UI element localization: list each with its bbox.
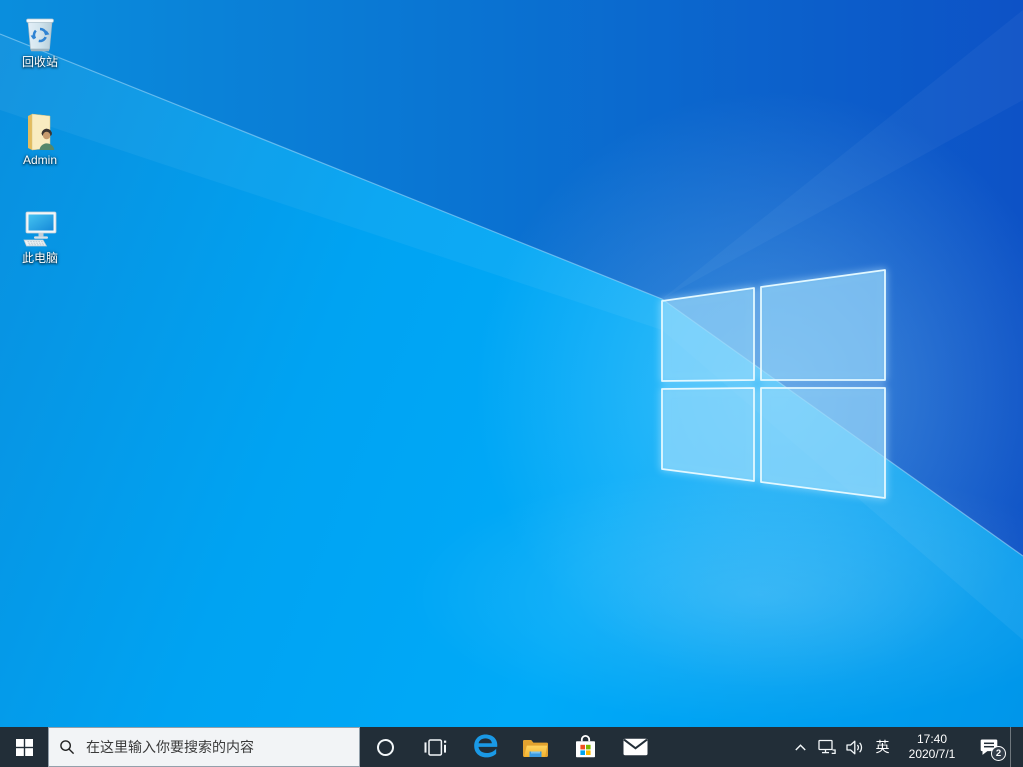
action-center-button[interactable]: 2 <box>968 727 1010 767</box>
desktop-icon-label: 此电脑 <box>21 251 58 265</box>
ime-indicator-button[interactable]: 英 <box>869 727 896 767</box>
volume-button[interactable] <box>841 727 869 767</box>
cortana-button[interactable] <box>360 727 410 767</box>
speaker-icon <box>845 740 862 754</box>
wallpaper-windows-logo <box>0 0 1023 725</box>
edge-button[interactable] <box>460 727 510 767</box>
taskbar-clock[interactable]: 17:40 2020/7/1 <box>896 727 968 767</box>
taskbar-search[interactable] <box>48 727 360 767</box>
windows-logo-icon <box>15 738 33 756</box>
store-icon <box>575 735 595 758</box>
ime-label: 英 <box>875 739 890 755</box>
user-folder-icon <box>17 104 63 152</box>
network-button[interactable] <box>813 727 841 767</box>
notification-badge: 2 <box>991 746 1006 761</box>
file-explorer-icon <box>522 739 548 757</box>
desktop-icon-this-pc[interactable]: 此电脑 <box>2 202 78 276</box>
task-view-button[interactable] <box>410 727 460 767</box>
desktop-icon-label: Admin <box>22 153 57 167</box>
mail-icon <box>622 738 648 756</box>
chevron-up-icon <box>795 743 806 750</box>
edge-icon <box>474 734 498 758</box>
search-icon <box>60 740 75 755</box>
cortana-icon <box>376 738 394 756</box>
store-button[interactable] <box>560 727 610 767</box>
desktop-icon-recycle-bin[interactable]: 回收站 <box>2 6 78 80</box>
clock-time: 17:40 <box>916 732 948 746</box>
taskbar: 英 17:40 2020/7/1 2 <box>0 727 1023 767</box>
start-button[interactable] <box>0 727 48 767</box>
task-view-icon <box>424 738 446 756</box>
show-desktop-button[interactable] <box>1010 727 1023 767</box>
desktop-icon-label: 回收站 <box>21 55 58 69</box>
network-ethernet-icon <box>817 739 836 755</box>
this-pc-icon <box>17 202 63 250</box>
file-explorer-button[interactable] <box>510 727 560 767</box>
search-input[interactable] <box>84 738 349 756</box>
clock-date: 2020/7/1 <box>908 747 956 761</box>
windows-desktop-screen: 回收站 Admin 此电脑 在这里输入你要搜索的内容 英 17:40 2020/… <box>0 0 1023 767</box>
recycle-bin-icon <box>17 6 63 54</box>
mail-button[interactable] <box>610 727 660 767</box>
show-hidden-icons-button[interactable] <box>788 727 813 767</box>
desktop[interactable]: 回收站 Admin 此电脑 <box>0 0 1023 727</box>
desktop-icon-admin-folder[interactable]: Admin <box>2 104 78 178</box>
system-tray: 英 17:40 2020/7/1 2 <box>788 727 1023 767</box>
